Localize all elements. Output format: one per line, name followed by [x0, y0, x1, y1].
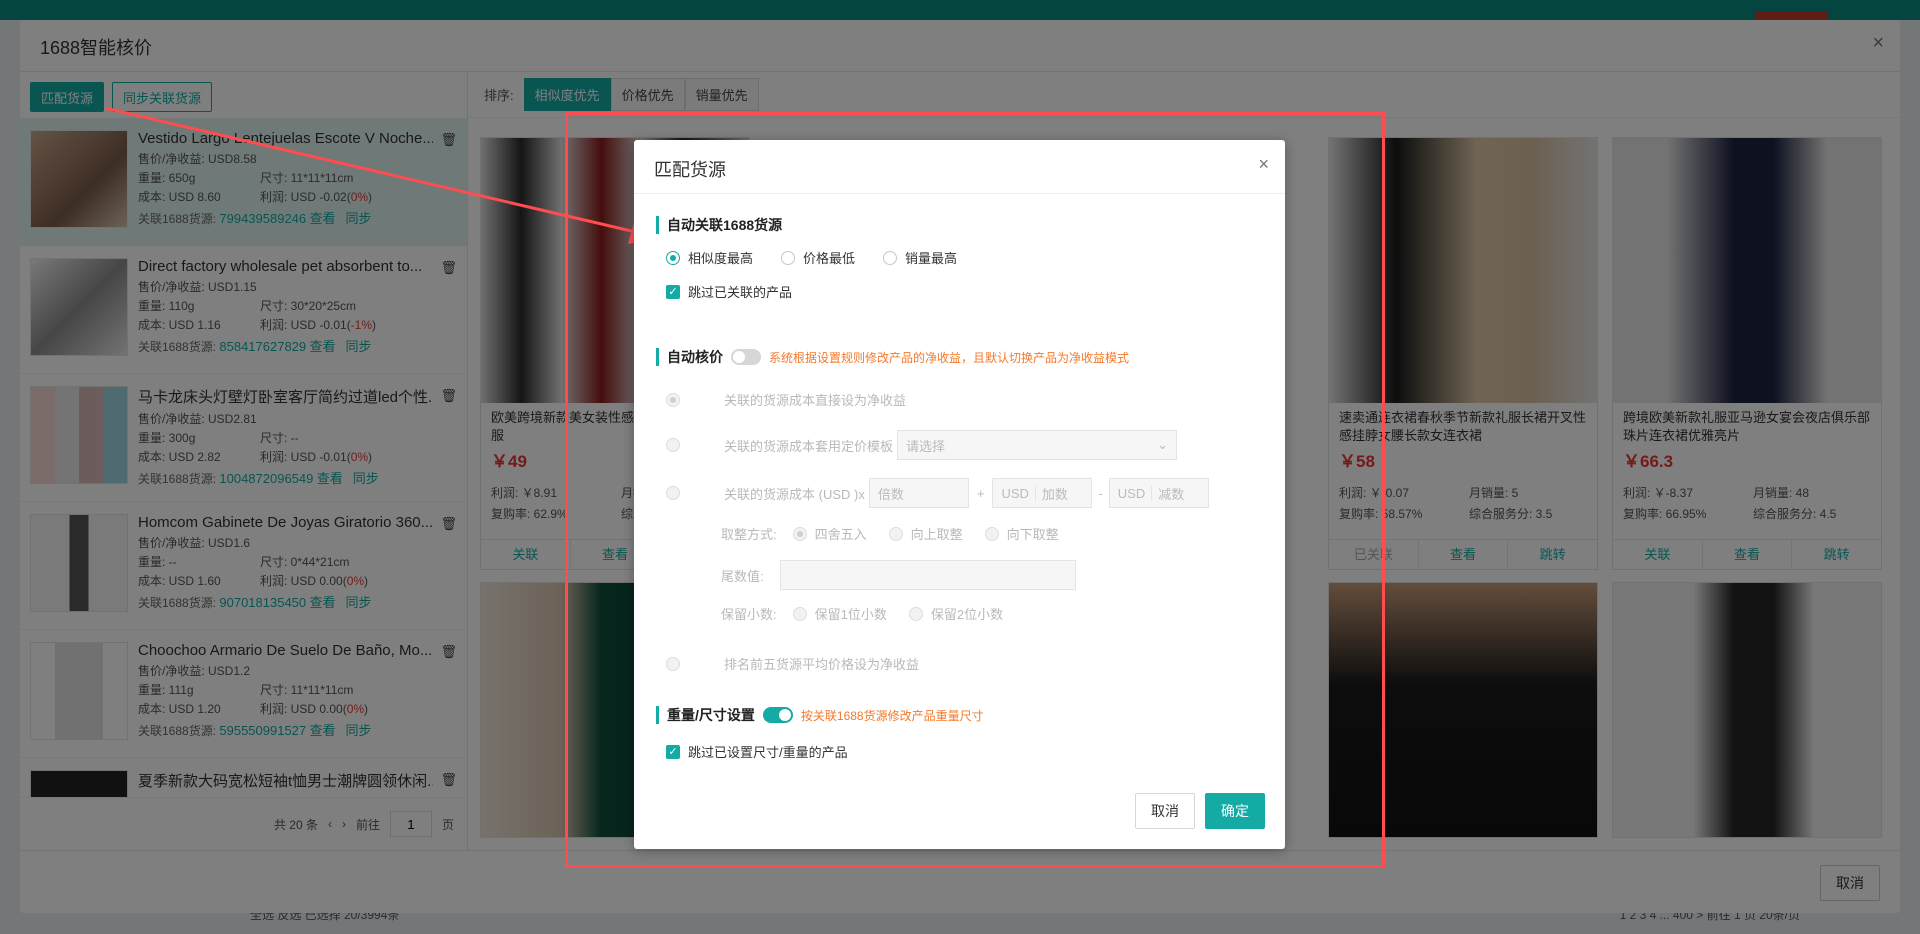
radio-decimal-1[interactable]: 保留1位小数	[792, 604, 887, 623]
auto-pricing-switch[interactable]	[731, 349, 761, 365]
opt-cost-as-net: 关联的货源成本直接设为净收益	[724, 393, 907, 408]
multiplier-input[interactable]: 倍数	[868, 478, 969, 508]
auto-pricing-hint: 系统根据设置规则修改产品的净收益，且默认切换产品为净收益模式	[769, 350, 1130, 365]
check-icon: ✓	[666, 284, 680, 299]
section-weight-size: 重量/尺寸设置	[656, 706, 755, 724]
radio-round-up[interactable]: 向上取整	[888, 524, 963, 543]
radio-top5-average[interactable]	[666, 656, 680, 671]
chevron-down-icon: ⌄	[1157, 437, 1169, 452]
weight-size-hint: 按关联1688货源修改产品重量尺寸	[800, 708, 984, 723]
check-icon: ✓	[666, 744, 680, 759]
match-source-modal: 匹配货源 × 自动关联1688货源 相似度最高 价格最低 销量最高 ✓ 跳过已关联…	[634, 140, 1285, 849]
section-auto-link: 自动关联1688货源	[656, 216, 782, 234]
opt-formula: 关联的货源成本 (USD )x	[724, 486, 865, 502]
radio-round-down[interactable]: 向下取整	[984, 524, 1059, 543]
weight-size-switch[interactable]	[762, 707, 793, 723]
opt-template: 关联的货源成本套用定价模板	[724, 438, 894, 454]
section-auto-pricing: 自动核价	[656, 348, 723, 366]
template-select[interactable]: 请选择 ⌄	[897, 430, 1178, 460]
radio-similarity[interactable]: 相似度最高	[666, 248, 753, 267]
opt-top5-average: 排名前五货源平均价格设为净收益	[724, 657, 920, 672]
decimals-label: 保留小数:	[721, 607, 777, 622]
radio-lowest-price[interactable]: 价格最低	[781, 248, 855, 267]
skip-size-checkbox[interactable]: ✓ 跳过已设置尺寸/重量的产品	[666, 742, 848, 761]
tail-input[interactable]	[779, 560, 1076, 590]
radio-formula[interactable]	[666, 486, 680, 500]
modal-cancel-button[interactable]: 取消	[1135, 793, 1195, 829]
modal-confirm-button[interactable]: 确定	[1205, 793, 1265, 829]
addend-input[interactable]: USD 加数	[992, 478, 1093, 508]
tail-label: 尾数值:	[721, 568, 764, 584]
radio-highest-sales[interactable]: 销量最高	[883, 248, 957, 267]
radio-decimal-2[interactable]: 保留2位小数	[908, 604, 1003, 623]
close-icon[interactable]: ×	[1258, 154, 1269, 175]
radio-template[interactable]	[666, 438, 680, 452]
radio-cost-as-net[interactable]	[666, 392, 680, 407]
modal-title: 匹配货源	[634, 140, 1285, 194]
rounding-label: 取整方式:	[721, 527, 777, 542]
skip-linked-checkbox[interactable]: ✓ 跳过已关联的产品	[666, 282, 792, 301]
subtrahend-input[interactable]: USD 减数	[1108, 478, 1209, 508]
radio-round-half[interactable]: 四舍五入	[792, 524, 867, 543]
